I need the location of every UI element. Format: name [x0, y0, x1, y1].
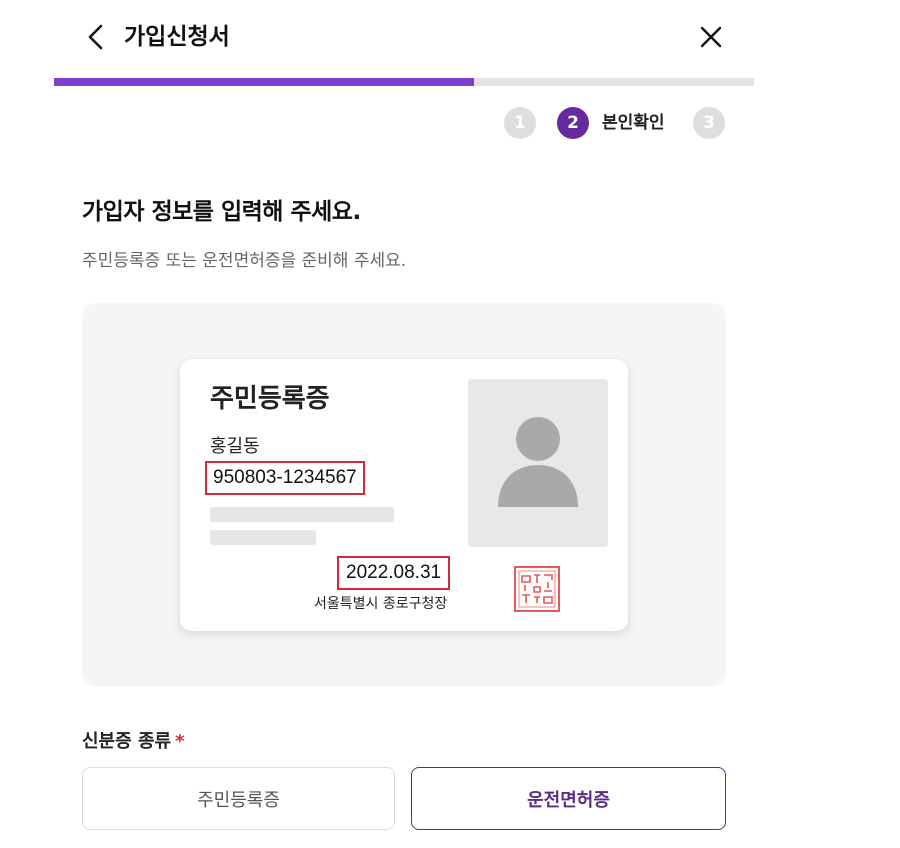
- id-type-label: 신분증 종류 *: [82, 729, 185, 755]
- id-type-option-label: 주민등록증: [197, 789, 280, 811]
- id-card-rrn-highlight: 950803-1234567: [205, 461, 365, 495]
- close-button[interactable]: [694, 20, 728, 54]
- progress-bar: [54, 78, 754, 86]
- id-card-placeholder-line: [210, 530, 316, 545]
- chevron-left-icon: [88, 24, 103, 50]
- required-mark: *: [175, 731, 185, 752]
- page-header-title: 가입신청서: [124, 24, 230, 50]
- person-silhouette-icon: [498, 417, 578, 507]
- id-card-name: 홍길동: [210, 436, 260, 457]
- page-subheading: 주민등록증 또는 운전면허증을 준비해 주세요.: [82, 251, 407, 271]
- page-heading: 가입자 정보를 입력해 주세요.: [82, 199, 361, 225]
- id-card-issuer: 서울특별시 종로구청장: [314, 596, 448, 612]
- id-card-photo: [468, 379, 608, 547]
- id-card-placeholder-line: [210, 507, 394, 522]
- step-3-indicator: 3: [693, 107, 725, 139]
- close-icon: [700, 26, 722, 48]
- id-card-issue-date-highlight: 2022.08.31: [337, 556, 451, 590]
- id-type-option-resident-card[interactable]: 주민등록증: [82, 767, 395, 830]
- step-2-label: 본인확인: [602, 113, 665, 133]
- back-button[interactable]: [80, 20, 114, 54]
- progress-bar-fill: [54, 78, 474, 86]
- id-type-option-drivers-license[interactable]: 운전면허증: [411, 767, 726, 830]
- official-seal-icon: [513, 565, 561, 613]
- id-card-example: 주민등록증 홍길동 950803-1234567 2022.08.31 서울특별…: [180, 359, 628, 631]
- step-2-indicator: 2: [557, 107, 589, 139]
- step-1-indicator: 1: [504, 107, 536, 139]
- id-type-label-text: 신분증 종류: [82, 731, 172, 752]
- id-type-option-label: 운전면허증: [527, 789, 610, 811]
- id-card-title: 주민등록증: [210, 384, 330, 414]
